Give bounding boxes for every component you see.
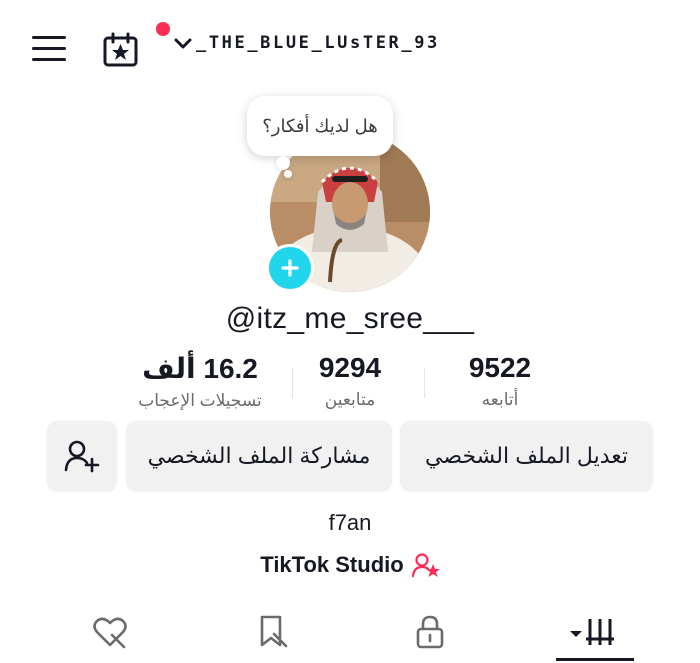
plus-icon — [281, 259, 299, 277]
lock-icon — [416, 615, 444, 649]
studio-label: TikTok Studio — [260, 552, 404, 577]
calendar-star-icon[interactable] — [102, 32, 140, 68]
tab-liked[interactable] — [88, 612, 132, 652]
videos-grid-icon — [570, 619, 614, 645]
add-story-button[interactable] — [266, 244, 314, 292]
bubble-tail — [276, 156, 290, 170]
tab-favorites[interactable] — [250, 612, 294, 652]
bookmark-hidden-icon — [260, 615, 288, 648]
profile-bio: f7an — [328, 510, 372, 535]
tab-videos[interactable] — [566, 612, 622, 652]
menu-icon[interactable] — [32, 36, 66, 64]
tab-private[interactable] — [408, 612, 452, 652]
add-friend-button[interactable] — [47, 421, 117, 491]
tiktok-studio-link[interactable]: TikTok Studio — [0, 552, 700, 578]
edit-profile-button[interactable]: تعديل الملف الشخصي — [400, 421, 653, 491]
stat-following[interactable]: 9522 أتابعه — [400, 352, 600, 410]
share-profile-button[interactable]: مشاركة الملف الشخصي — [126, 421, 392, 491]
account-username: _THE_BLUE_LUsTER_93 — [196, 33, 440, 53]
profile-handle: @itz_me_sree___ — [225, 302, 475, 335]
account-switcher[interactable]: _THE_BLUE_LUsTER_93 — [172, 28, 440, 58]
notification-dot — [156, 22, 170, 36]
stat-label: أتابعه — [481, 390, 519, 409]
active-tab-indicator — [556, 658, 634, 661]
liked-heart-hidden-icon — [93, 617, 127, 649]
chevron-down-icon — [174, 38, 192, 49]
thoughts-bubble[interactable]: هل لديك أفكار؟ — [247, 96, 393, 156]
bubble-tail — [284, 170, 292, 178]
stat-value: 9522 — [468, 352, 532, 383]
user-star-icon — [411, 553, 440, 578]
add-user-icon — [64, 440, 100, 473]
